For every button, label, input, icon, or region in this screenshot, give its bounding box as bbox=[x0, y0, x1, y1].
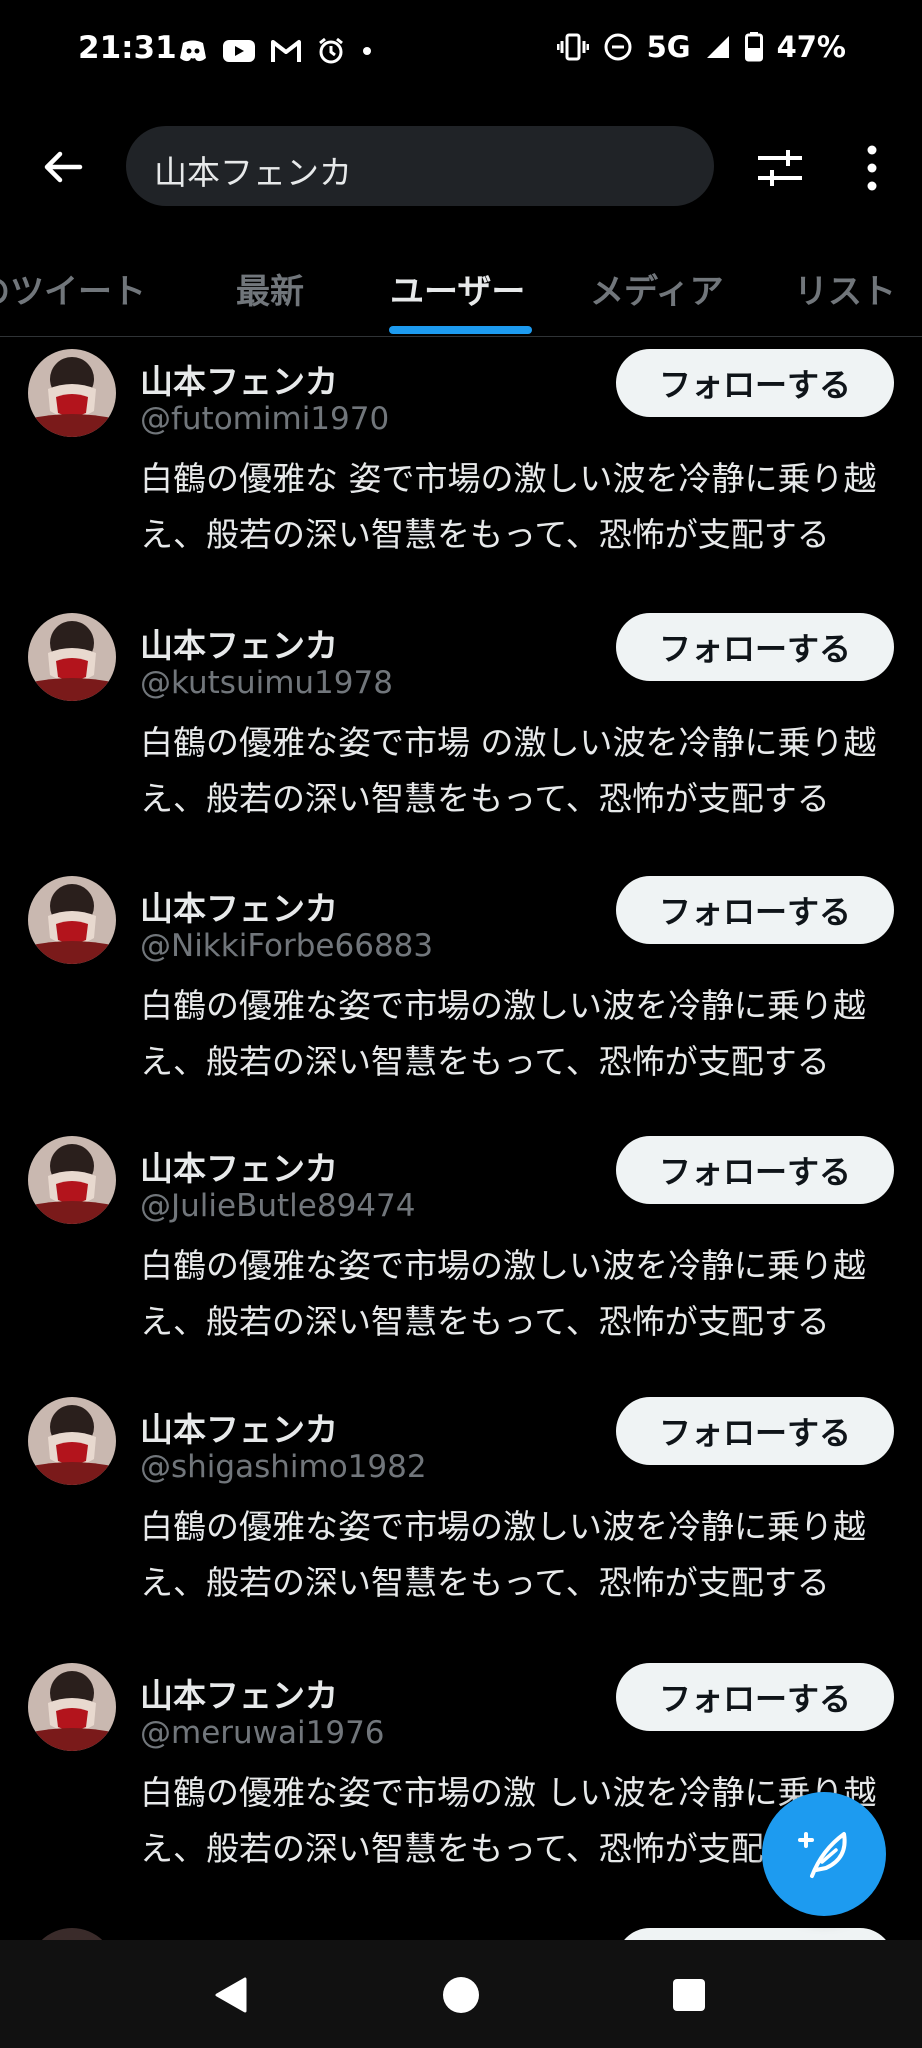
tab-lists[interactable]: リスト bbox=[794, 264, 896, 313]
user-display-name: 山本フェンカ bbox=[140, 626, 338, 665]
signal-icon bbox=[705, 32, 731, 62]
user-row[interactable]: 山本フェンカ @NikkiForbe66883 白鶴の優雅な姿で市場の激しい波を… bbox=[0, 864, 922, 1126]
status-time: 21:31 bbox=[78, 30, 177, 66]
user-handle: @shigashimo1982 bbox=[140, 1449, 427, 1485]
user-row[interactable]: 山本フェンカ @shigashimo1982 白鶴の優雅な姿で市場の激しい波を冷… bbox=[0, 1385, 922, 1647]
search-tabs: のツイート 最新 ユーザー メディア リスト bbox=[0, 240, 922, 337]
avatar[interactable] bbox=[28, 1136, 116, 1224]
follow-button[interactable]: フォローする bbox=[616, 1397, 894, 1465]
dot-icon bbox=[360, 36, 374, 66]
more-vertical-icon bbox=[867, 145, 877, 191]
user-handle: @meruwai1976 bbox=[140, 1715, 385, 1751]
network-type: 5G bbox=[646, 30, 691, 64]
compose-tweet-button[interactable] bbox=[762, 1792, 886, 1916]
filter-button[interactable] bbox=[752, 140, 808, 196]
search-query: 山本フェンカ bbox=[154, 153, 352, 192]
alarm-icon bbox=[316, 36, 346, 66]
tab-top[interactable]: のツイート bbox=[0, 264, 146, 313]
search-input[interactable]: 山本フェンカ bbox=[126, 126, 714, 206]
user-display-name: 山本フェンカ bbox=[140, 1676, 338, 1715]
gmail-icon bbox=[270, 36, 302, 66]
user-display-name: 山本フェンカ bbox=[140, 1149, 338, 1188]
nav-recents-icon bbox=[673, 1979, 705, 2011]
follow-button[interactable]: フォローする bbox=[616, 1663, 894, 1731]
user-row[interactable]: 山本フェンカ @JulieButle89474 白鶴の優雅な姿で市場の激しい波を… bbox=[0, 1124, 922, 1386]
user-handle: @kutsuimu1978 bbox=[140, 665, 393, 701]
filter-sliders-icon bbox=[758, 150, 802, 186]
youtube-icon bbox=[222, 36, 256, 66]
avatar[interactable] bbox=[28, 1397, 116, 1485]
avatar[interactable] bbox=[28, 876, 116, 964]
nav-home-button[interactable] bbox=[436, 1970, 486, 2020]
discord-icon bbox=[178, 36, 208, 66]
user-display-name: 山本フェンカ bbox=[140, 1410, 338, 1449]
back-arrow-icon bbox=[44, 151, 83, 183]
avatar[interactable] bbox=[28, 613, 116, 701]
user-bio: 白鶴の優雅な姿で市場の激しい波を冷静に乗り越え、般若の深い智慧をもって、恐怖が支… bbox=[140, 1507, 866, 1602]
tab-media[interactable]: メディア bbox=[590, 264, 724, 313]
nav-recents-button[interactable] bbox=[664, 1970, 714, 2020]
user-bio: 白鶴の優雅な 姿で市場の激しい波を冷静に乗り越え、般若の深い智慧をもって、恐怖が… bbox=[140, 459, 877, 554]
tab-users[interactable]: ユーザー bbox=[390, 264, 525, 313]
follow-button[interactable]: フォローする bbox=[616, 876, 894, 944]
user-handle: @futomimi1970 bbox=[140, 401, 390, 437]
battery-icon bbox=[744, 32, 763, 62]
do-not-disturb-icon bbox=[603, 32, 633, 62]
nav-home-icon bbox=[443, 1977, 479, 2013]
user-display-name: 山本フェンカ bbox=[140, 889, 338, 928]
system-nav-bar bbox=[0, 1940, 922, 2048]
battery-percent: 47% bbox=[776, 30, 846, 64]
user-row[interactable]: 山本フェンカ @futomimi1970 白鶴の優雅な 姿で市場の激しい波を冷静… bbox=[0, 337, 922, 599]
more-options-button[interactable] bbox=[852, 140, 892, 196]
user-bio: 白鶴の優雅な姿で市場の激しい波を冷静に乗り越え、般若の深い智慧をもって、恐怖が支… bbox=[140, 1246, 866, 1341]
user-handle: @NikkiForbe66883 bbox=[140, 928, 434, 964]
tab-latest[interactable]: 最新 bbox=[236, 264, 304, 313]
search-header: 山本フェンカ bbox=[0, 118, 922, 218]
follow-button[interactable]: フォローする bbox=[616, 613, 894, 681]
user-row[interactable]: 山本フェンカ @kutsuimu1978 白鶴の優雅な姿で市場 の激しい波を冷静… bbox=[0, 601, 922, 863]
back-button[interactable] bbox=[38, 142, 88, 192]
follow-button[interactable]: フォローする bbox=[616, 349, 894, 417]
system-status: 5G 47% bbox=[556, 30, 846, 64]
compose-tweet-icon bbox=[798, 1832, 847, 1878]
user-handle: @JulieButle89474 bbox=[140, 1188, 416, 1224]
status-bar: 21:31 5G 47% bbox=[0, 0, 922, 105]
notification-icons bbox=[178, 36, 374, 66]
avatar[interactable] bbox=[28, 1663, 116, 1751]
vibrate-icon bbox=[556, 32, 589, 62]
user-bio: 白鶴の優雅な姿で市場の激しい波を冷静に乗り越え、般若の深い智慧をもって、恐怖が支… bbox=[140, 986, 866, 1081]
nav-back-button[interactable] bbox=[206, 1970, 256, 2020]
user-display-name: 山本フェンカ bbox=[140, 362, 338, 401]
follow-button[interactable]: フォローする bbox=[616, 1136, 894, 1204]
active-tab-indicator bbox=[389, 326, 532, 334]
nav-back-icon bbox=[215, 1977, 247, 2013]
user-bio: 白鶴の優雅な姿で市場 の激しい波を冷静に乗り越え、般若の深い智慧をもって、恐怖が… bbox=[140, 723, 877, 818]
avatar[interactable] bbox=[28, 349, 116, 437]
